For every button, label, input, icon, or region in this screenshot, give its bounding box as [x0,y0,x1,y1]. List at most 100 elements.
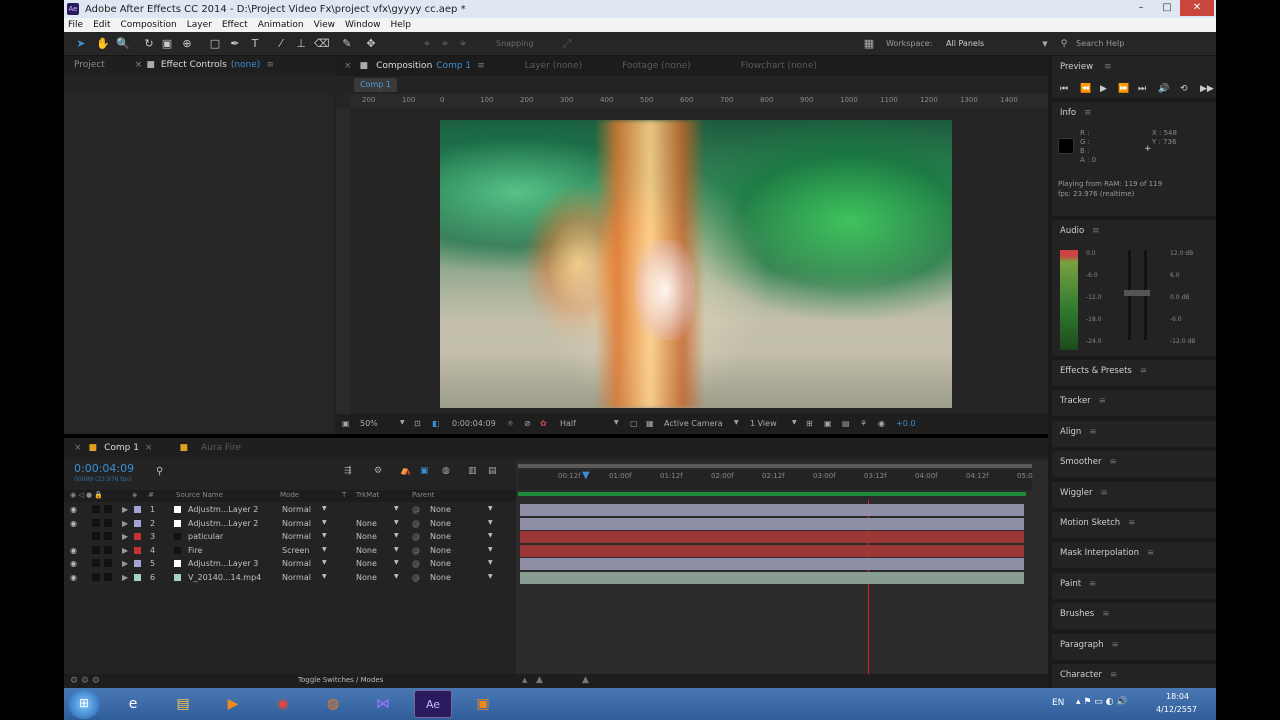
expand-layer-icon[interactable]: ▶ [122,532,128,541]
panel-title[interactable]: Character [1060,670,1102,680]
chevron-down-icon[interactable]: ▼ [322,573,327,580]
comp-navigator-chip[interactable]: Comp 1 [354,78,397,92]
chevron-down-icon[interactable]: ▼ [488,532,493,539]
tab-footage[interactable]: Footage (none) [622,61,731,71]
graph-editor-icon[interactable]: ▤ [488,466,497,476]
blend-mode-dropdown[interactable]: Normal [282,573,311,582]
panel-title[interactable]: Tracker [1060,396,1091,406]
lock-switch[interactable] [104,505,112,513]
clone-stamp-tool-icon[interactable]: ⊥ [294,37,308,51]
view-layout-dropdown[interactable]: 1 View [750,419,777,428]
menu-layer[interactable]: Layer [187,20,212,30]
eraser-tool-icon[interactable]: ⌫ [314,37,330,51]
trkmat-header[interactable]: TrkMat [356,491,379,499]
panel-options-icon[interactable]: ≡ [1140,366,1147,376]
close-button[interactable]: ✕ [1180,0,1214,16]
panel-motion-sketch[interactable]: Motion Sketch ≡ [1052,512,1216,538]
last-frame-icon[interactable]: ⏭ [1138,84,1146,94]
panel-tracker[interactable]: Tracker ≡ [1052,390,1216,417]
panel-options-icon[interactable]: ≡ [1100,488,1107,498]
panel-brushes[interactable]: Brushes ≡ [1052,603,1216,630]
language-indicator[interactable]: EN [1052,698,1064,708]
panel-title[interactable]: Wiggler [1060,488,1092,498]
layer-name[interactable]: V_20140...14.mp4 [188,573,261,582]
blend-mode-dropdown[interactable]: Normal [282,532,311,541]
chevron-down-icon[interactable]: ▼ [488,573,493,580]
layer-row[interactable]: ◉ ▶ 5 Adjustm...Layer 3 Normal ▼ None ▼ @ None ▼ [64,557,516,570]
next-frame-icon[interactable]: ⏩ [1118,84,1129,94]
layer-duration-bar[interactable] [520,504,1024,516]
pickwhip-icon[interactable]: @ [412,505,420,514]
toggle-switches-modes-button[interactable]: Toggle Switches / Modes [298,676,383,684]
after-effects-taskbar-icon[interactable]: Ae [414,690,452,718]
menu-window[interactable]: Window [345,20,381,30]
composition-mini-flowchart-icon[interactable]: ⇶ [344,466,352,476]
draft-3d-icon[interactable]: ⚙ [374,466,382,476]
trkmat-dropdown[interactable]: None [356,519,377,528]
pan-behind-tool-icon[interactable]: ⊕ [180,37,194,51]
chevron-down-icon[interactable]: ▼ [394,519,399,526]
camera-snapshot-icon[interactable]: ⌾ [508,419,513,429]
panel-wiggler[interactable]: Wiggler ≡ [1052,481,1216,508]
layer-label-color[interactable] [134,546,141,554]
panel-effects-presets[interactable]: Effects & Presets ≡ [1052,360,1216,386]
previous-frame-icon[interactable]: ⏪ [1080,84,1091,94]
chevron-down-icon[interactable]: ▼ [488,505,493,512]
snapshot-icon[interactable]: ◧ [432,419,440,428]
layer-label-color[interactable] [134,574,141,581]
first-frame-icon[interactable]: ⏮ [1060,84,1068,94]
panel-options-icon[interactable]: ≡ [1147,548,1154,558]
panel-title[interactable]: Smoother [1060,457,1102,467]
chevron-down-icon[interactable]: ▼ [734,419,739,426]
chevron-down-icon[interactable]: ▼ [792,419,797,426]
layer-row[interactable]: ◉ ▶ 6 V_20140...14.mp4 Normal ▼ None ▼ @ None ▼ [64,571,516,584]
always-preview-icon[interactable]: ▣ [342,419,350,428]
chevron-down-icon[interactable]: ▼ [394,505,399,512]
panel-options-icon[interactable]: ≡ [1112,640,1119,650]
layer-label-color[interactable] [134,506,141,513]
frame-blending-icon[interactable]: ▣ [420,466,429,476]
tab-project[interactable]: Project [64,60,115,70]
panel-title[interactable]: Brushes [1060,609,1094,619]
close-tab-icon[interactable]: × [64,443,86,453]
audio-icon[interactable]: 🔊 [1158,84,1169,94]
axis-local-icon[interactable]: ⌖ [420,37,434,51]
file-explorer-icon[interactable]: ▤ [164,690,202,718]
axis-world-icon[interactable]: ⌖ [438,37,452,51]
camera-tool-icon[interactable]: ▣ [160,37,174,51]
clock-time[interactable]: 18:04 [1166,692,1189,701]
panel-title[interactable]: Paint [1060,579,1081,589]
work-area-bar[interactable] [518,464,1032,468]
exposure-value[interactable]: +0.0 [896,419,915,428]
panel-title[interactable]: Mask Interpolation [1060,548,1139,558]
chevron-down-icon[interactable]: ▼ [488,519,493,526]
chevron-down-icon[interactable]: ▼ [322,505,327,512]
pen-tool-icon[interactable]: ✒ [228,37,242,51]
magnification-dropdown[interactable]: 50% [360,419,378,428]
tab-composition[interactable]: Composition [372,61,436,71]
close-tab-icon[interactable]: × [336,61,356,71]
layer-duration-bar[interactable] [520,531,1024,544]
workspace-dropdown[interactable]: All Panels [946,39,984,48]
lock-switch[interactable] [104,532,112,541]
menu-help[interactable]: Help [390,20,411,30]
lock-switch[interactable] [104,518,112,527]
channel-icon[interactable]: ⊘ [524,419,531,428]
layer-row[interactable]: ◉ ▶ 1 Adjustm...Layer 2 Normal ▼ ▼ @ None ▼ [64,503,516,516]
solo-switch[interactable] [92,518,100,527]
close-tab-icon[interactable]: × [143,443,177,453]
timeline-icon[interactable]: ▤ [842,419,850,428]
panel-align[interactable]: Align ≡ [1052,420,1216,447]
fit-icon[interactable]: ⊡ [414,419,421,428]
mode-header[interactable]: Mode [280,491,299,499]
transparency-grid-icon[interactable]: ▦ [646,419,654,428]
solo-switch[interactable] [92,505,100,513]
parent-dropdown[interactable]: None [430,505,451,514]
region-of-interest-icon[interactable]: ▢ [630,419,638,428]
search-icon[interactable]: ⚲ [156,466,163,477]
panel-mask-interpolation[interactable]: Mask Interpolation ≡ [1052,542,1216,569]
panel-title[interactable]: Effects & Presets [1060,366,1132,376]
panel-options-icon[interactable]: ≡ [1089,579,1096,589]
zoom-slider-handle[interactable]: ▲ [536,675,543,685]
toggle-pixel-icon[interactable]: ⊞ [806,419,813,428]
